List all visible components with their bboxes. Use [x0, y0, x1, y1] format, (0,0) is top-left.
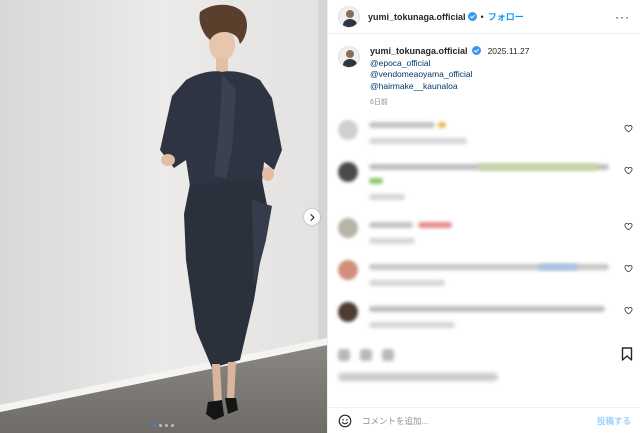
- photo-image: [0, 0, 327, 433]
- header-separator: •: [480, 11, 484, 22]
- comment-avatar: [338, 260, 358, 280]
- mention-link[interactable]: @epoca_official: [370, 58, 529, 70]
- carousel-dot: [171, 424, 174, 427]
- post-header: yumi_tokunaga.official • フォロー ···: [328, 0, 640, 34]
- comment-avatar: [338, 162, 358, 182]
- header-username[interactable]: yumi_tokunaga.official: [368, 12, 466, 22]
- heart-icon[interactable]: [624, 306, 633, 315]
- comment-avatar: [338, 302, 358, 322]
- comment-item: [338, 258, 638, 292]
- bookmark-icon[interactable]: [621, 347, 633, 361]
- verified-badge-icon: [472, 46, 482, 55]
- comment-bar: 投稿する: [328, 407, 640, 433]
- comment-button[interactable]: [360, 349, 372, 361]
- caption-username[interactable]: yumi_tokunaga.official: [370, 46, 468, 56]
- comment-item: [338, 300, 638, 334]
- post-time-ago: 6日前: [370, 99, 388, 106]
- comment-item: [338, 160, 638, 200]
- carousel-dot: [165, 424, 168, 427]
- carousel-indicator: [0, 424, 327, 427]
- heart-icon[interactable]: [624, 166, 633, 175]
- comment-item: [338, 216, 638, 250]
- mention-link[interactable]: @vendomeaoyama_official: [370, 69, 529, 81]
- avatar[interactable]: [338, 46, 360, 68]
- post-details-panel: yumi_tokunaga.official • フォロー ··· yumi_t…: [327, 0, 640, 433]
- post-photo[interactable]: [0, 0, 327, 433]
- mention-link[interactable]: @hairmake__kaunaloa: [370, 81, 529, 93]
- caption-date: 2025.11.27: [487, 46, 530, 56]
- carousel-dot: [153, 424, 156, 427]
- carousel-dot: [159, 424, 162, 427]
- next-slide-button[interactable]: [304, 209, 320, 225]
- like-button[interactable]: [338, 349, 350, 361]
- follow-button[interactable]: フォロー: [488, 10, 524, 23]
- chevron-right-icon: [310, 213, 314, 221]
- comment-input[interactable]: [362, 415, 597, 426]
- heart-icon[interactable]: [624, 124, 633, 133]
- post-modal: yumi_tokunaga.official • フォロー ··· yumi_t…: [0, 0, 640, 433]
- comment-avatar: [338, 218, 358, 238]
- verified-badge-icon: [467, 12, 477, 21]
- share-button[interactable]: [382, 349, 394, 361]
- heart-icon[interactable]: [624, 222, 633, 231]
- more-options-button[interactable]: ···: [615, 10, 630, 24]
- post-comment-button[interactable]: 投稿する: [597, 415, 631, 427]
- heart-icon[interactable]: [624, 264, 633, 273]
- comment-item: [338, 118, 638, 152]
- emoji-button[interactable]: [338, 414, 352, 428]
- post-actions: [328, 343, 640, 367]
- comment-avatar: [338, 120, 358, 140]
- likes-count: [338, 373, 498, 381]
- emoji-icon: [338, 414, 352, 427]
- post-caption: yumi_tokunaga.official 2025.11.27 @epoca…: [328, 34, 640, 109]
- avatar[interactable]: [338, 5, 360, 28]
